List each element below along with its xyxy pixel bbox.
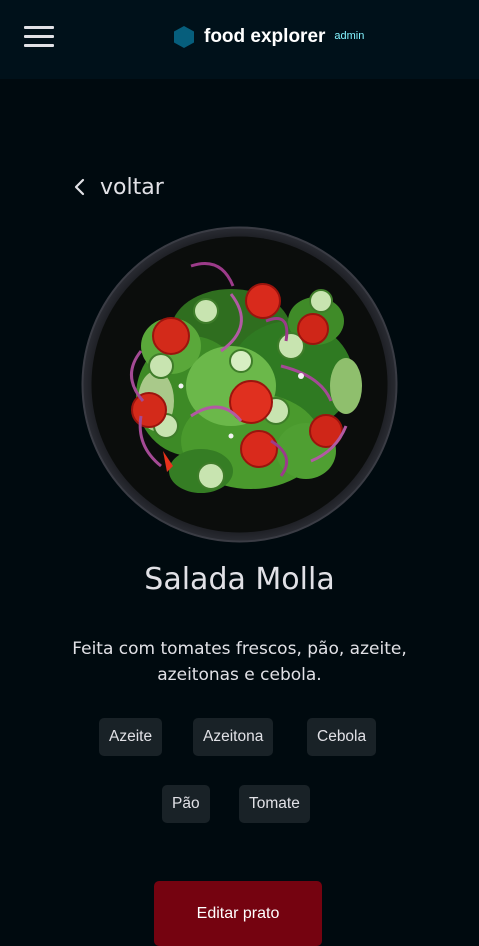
brand-name: food explorer	[204, 26, 326, 47]
ingredient-tag: Tomate	[239, 785, 310, 823]
ingredient-tag: Pão	[162, 785, 210, 823]
app-header: food explorer admin	[0, 0, 479, 79]
hexagon-logo-icon	[174, 26, 194, 48]
ingredient-tag: Azeite	[99, 718, 163, 756]
dish-title: Salada Molla	[144, 562, 335, 597]
edit-dish-button[interactable]: Editar prato	[154, 881, 322, 946]
back-button[interactable]: voltar	[73, 172, 164, 202]
back-label: voltar	[100, 174, 164, 200]
dish-description: Feita com tomates frescos, pão, azeite, …	[72, 639, 407, 685]
salad-bowl-image	[81, 226, 398, 543]
chevron-left-icon	[74, 178, 85, 196]
ingredient-tag: Azeitona	[193, 718, 274, 756]
ingredient-tag: Cebola	[307, 718, 377, 756]
admin-badge: admin	[334, 29, 365, 42]
brand-logo[interactable]: food explorer admin	[173, 25, 364, 49]
hamburger-menu-icon[interactable]	[24, 26, 54, 48]
